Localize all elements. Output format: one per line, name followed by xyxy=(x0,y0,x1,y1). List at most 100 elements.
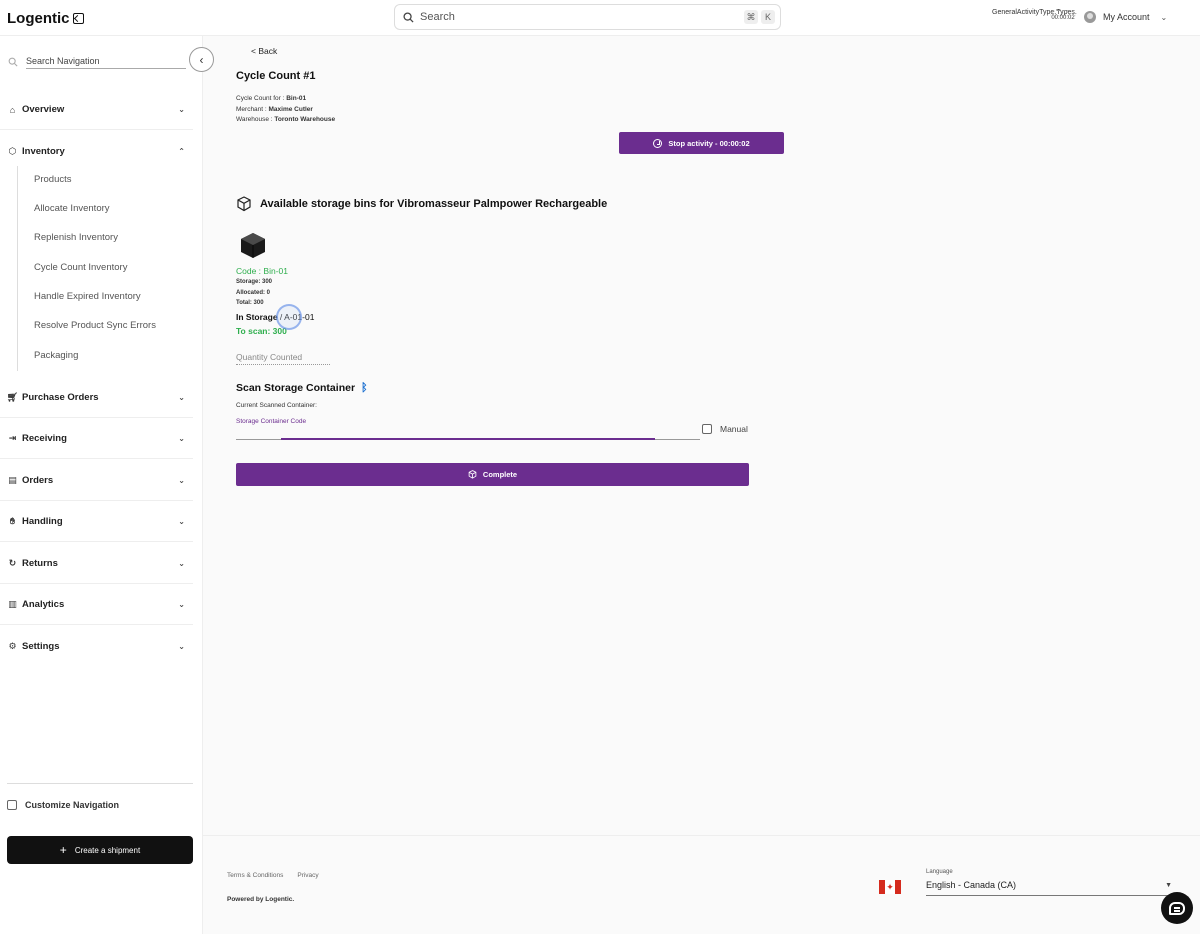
bins-heading-text: Available storage bins for Vibromasseur … xyxy=(260,198,608,210)
storage-container-code-input[interactable] xyxy=(236,438,700,440)
account-menu[interactable]: My Account ⌄ xyxy=(1084,11,1167,23)
activity-type-label: GeneralActivityType.Types. xyxy=(992,9,1077,16)
gear-icon: ⚙ xyxy=(8,641,17,651)
chat-icon xyxy=(1169,901,1185,915)
sidebar-item-label: Inventory xyxy=(22,146,65,157)
chevron-down-icon: ⌄ xyxy=(178,517,185,526)
sidebar-item-overview[interactable]: ⌂ Overview ⌄ xyxy=(0,89,193,130)
privacy-link[interactable]: Privacy xyxy=(297,872,318,879)
sidebar-item-receiving[interactable]: ⇥ Receiving ⌄ xyxy=(0,418,193,459)
sidebar-item-products[interactable]: Products xyxy=(34,174,72,185)
chevron-left-icon: ‹ xyxy=(199,52,204,67)
meta-value: Bin-01 xyxy=(286,95,307,102)
main-content: < Back Cycle Count #1 Cycle Count for : … xyxy=(203,36,1200,835)
chevron-down-icon: ⌄ xyxy=(1160,12,1168,22)
logo[interactable]: Logentic xyxy=(7,10,84,27)
sidebar-item-packaging[interactable]: Packaging xyxy=(34,350,78,361)
warehouse: Warehouse : Toronto Warehouse xyxy=(236,116,335,123)
receiving-icon: ⇥ xyxy=(8,433,17,443)
bin-allocated: Allocated: 0 xyxy=(236,290,271,296)
powered-by: Powered by Logentic. xyxy=(227,896,295,903)
logo-icon xyxy=(72,13,84,24)
manual-checkbox[interactable] xyxy=(702,424,712,434)
sidebar-item-orders[interactable]: ▤ Orders ⌄ xyxy=(0,460,193,501)
back-link[interactable]: < Back xyxy=(251,46,277,56)
language-select[interactable]: English - Canada (CA) ▼ xyxy=(926,878,1174,896)
sidebar-item-handle-expired-inventory[interactable]: Handle Expired Inventory xyxy=(34,291,141,302)
chat-support-button[interactable] xyxy=(1161,892,1193,924)
scan-storage-container-heading: Scan Storage Container ᛒ xyxy=(236,382,368,394)
customize-navigation-checkbox[interactable] xyxy=(7,800,17,810)
chevron-down-icon: ⌄ xyxy=(178,600,185,609)
meta-value: Toronto Warehouse xyxy=(274,116,336,123)
customize-navigation-label: Customize Navigation xyxy=(25,800,120,810)
create-shipment-label: Create a shipment xyxy=(74,845,141,855)
top-bar: Logentic Search ⌘ K GeneralActivityType.… xyxy=(0,0,1200,36)
complete-label: Complete xyxy=(482,470,518,479)
meta-label: Warehouse : xyxy=(236,116,275,123)
sidebar-item-label: Handling xyxy=(22,516,63,527)
inventory-subnav: Products Allocate Inventory Replenish In… xyxy=(17,166,187,371)
sidebar-item-allocate-inventory[interactable]: Allocate Inventory xyxy=(34,203,110,214)
bin-total: Total: 300 xyxy=(236,300,264,306)
sidebar-item-label: Analytics xyxy=(22,599,65,610)
sidebar-item-returns[interactable]: ↻ Returns ⌄ xyxy=(0,543,193,584)
merchant: Merchant : Maxime Cutler xyxy=(236,106,313,113)
home-icon: ⌂ xyxy=(9,104,16,115)
package-icon xyxy=(237,196,251,212)
cycle-count-for: Cycle Count for : Bin-01 xyxy=(236,95,306,102)
nav-search-input[interactable]: Search Navigation xyxy=(8,54,188,70)
chevron-down-icon: ⌄ xyxy=(178,559,185,568)
activity-timer[interactable]: 00:00:02 xyxy=(1050,10,1076,24)
chevron-down-icon: ⌄ xyxy=(178,476,185,485)
sidebar-item-purchase-orders[interactable]: 🛒︎ Purchase Orders ⌄ xyxy=(0,377,193,418)
sidebar-item-cycle-count-inventory[interactable]: Cycle Count Inventory xyxy=(34,262,127,273)
manual-label: Manual xyxy=(720,424,748,434)
stop-activity-button[interactable]: Stop activity - 00:00:02 xyxy=(619,132,784,154)
language-value: English - Canada (CA) xyxy=(926,880,1017,890)
return-icon: ↻ xyxy=(8,558,17,568)
collapse-sidebar-button[interactable]: ‹ xyxy=(189,47,214,72)
stop-activity-label: Stop activity - 00:00:02 xyxy=(668,138,750,148)
search-placeholder: Search xyxy=(420,11,455,23)
manual-toggle[interactable]: Manual xyxy=(702,424,748,434)
account-label: My Account xyxy=(1103,12,1150,22)
sidebar-item-handling[interactable]: ✋︎ Handling ⌄ xyxy=(0,501,193,542)
sidebar-item-label: Purchase Orders xyxy=(22,392,99,403)
click-indicator xyxy=(276,304,302,330)
sidebar-item-replenish-inventory[interactable]: Replenish Inventory xyxy=(34,232,118,243)
sidebar-item-label: Returns xyxy=(22,558,58,569)
sidebar: Search Navigation ⌂ Overview ⌄ ⬡ Inventory ⌃… xyxy=(0,36,203,934)
sidebar-item-label: Overview xyxy=(22,104,65,115)
language-label: Language xyxy=(926,869,953,875)
bin-to-scan: To scan: 300 xyxy=(236,326,287,336)
sidebar-item-label: Receiving xyxy=(22,433,67,444)
customize-navigation-toggle[interactable]: Customize Navigation xyxy=(7,783,193,810)
global-search-input[interactable]: Search ⌘ K xyxy=(394,4,781,30)
package-icon xyxy=(468,470,477,479)
chevron-down-icon: ⌄ xyxy=(178,105,185,114)
sidebar-item-settings[interactable]: ⚙ Settings ⌄ xyxy=(0,626,193,667)
quantity-counted-input[interactable]: Quantity Counted xyxy=(236,352,330,365)
cart-icon: 🛒︎ xyxy=(6,392,19,402)
sidebar-item-resolve-product-sync-errors[interactable]: Resolve Product Sync Errors xyxy=(34,320,156,331)
bar-chart-icon: ▥ xyxy=(8,599,17,609)
bluetooth-icon[interactable]: ᛒ xyxy=(361,382,368,394)
nav-search-placeholder: Search Navigation xyxy=(26,56,186,69)
document-icon: ▤ xyxy=(8,475,17,485)
shortcut-key-k: K xyxy=(761,10,775,24)
create-shipment-button[interactable]: + Create a shipment xyxy=(7,836,193,864)
avatar xyxy=(1084,11,1096,23)
chevron-up-icon: ⌃ xyxy=(178,147,185,156)
meta-label: Merchant : xyxy=(236,106,269,113)
sidebar-item-analytics[interactable]: ▥ Analytics ⌄ xyxy=(0,584,193,625)
terms-link[interactable]: Terms & Conditions xyxy=(227,872,283,879)
complete-button[interactable]: Complete xyxy=(236,463,749,486)
shortcut-key-cmd: ⌘ xyxy=(744,10,758,24)
search-icon xyxy=(403,11,414,23)
cube-icon: ⬡ xyxy=(8,146,17,156)
footer: Terms & Conditions Privacy Powered by Lo… xyxy=(203,835,1200,934)
in-storage-label: In Storage xyxy=(236,312,278,322)
meta-label: Cycle Count for : xyxy=(236,95,287,102)
plus-icon: + xyxy=(59,843,67,857)
